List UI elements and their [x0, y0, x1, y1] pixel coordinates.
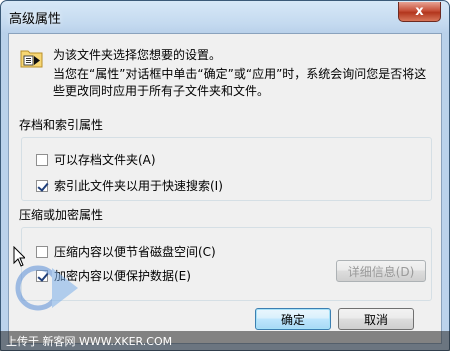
cancel-button[interactable]: 取消	[338, 308, 414, 330]
mouse-cursor-icon	[13, 246, 25, 267]
details-button[interactable]: 详细信息(D)	[336, 260, 426, 282]
archive-folder-checkbox[interactable]	[36, 153, 48, 166]
close-button[interactable]: x	[398, 2, 441, 22]
archive-folder-label: 可以存档文件夹(A)	[54, 153, 156, 167]
index-folder-checkbox[interactable]	[36, 179, 48, 192]
watermark-text: 上传于 新客网 WWW.XKER.COM	[6, 335, 173, 348]
description-line-2: 当您在“属性”对话框中单击“确定”或“应用”时，系统会询问您是否将这些更改同时应…	[53, 67, 427, 98]
close-icon: x	[415, 4, 424, 19]
archive-folder-option[interactable]: 可以存档文件夹(A)	[36, 151, 156, 168]
compress-group-title: 压缩或加密属性	[17, 206, 106, 223]
description-line-1: 为该文件夹选择您想要的设置。	[53, 48, 222, 62]
index-folder-label: 索引此文件夹以用于快速搜索(I)	[54, 179, 223, 193]
watermark-bar: 上传于 新客网 WWW.XKER.COM	[0, 331, 450, 351]
index-folder-option[interactable]: 索引此文件夹以用于快速搜索(I)	[36, 177, 223, 194]
ok-button[interactable]: 确定	[255, 308, 331, 330]
folder-settings-icon	[20, 50, 43, 68]
dialog-title: 高级属性	[9, 12, 62, 27]
title-bar: 高级属性 x	[1, 1, 449, 33]
archive-group-title: 存档和索引属性	[17, 116, 106, 133]
compress-checkbox[interactable]	[36, 245, 48, 258]
